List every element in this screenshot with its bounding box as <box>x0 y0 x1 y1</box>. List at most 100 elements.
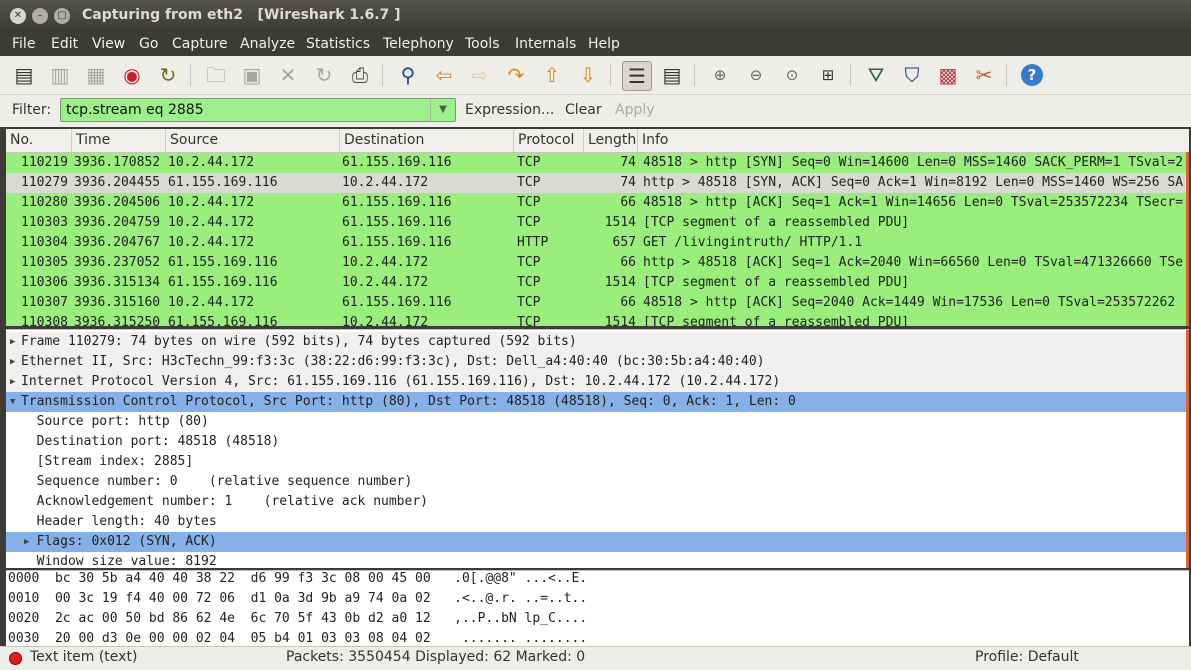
tree-item[interactable]: Source port: http (80) <box>6 412 1189 432</box>
cell-length: 74 <box>620 155 636 170</box>
menu-view[interactable]: View <box>92 34 125 54</box>
hex-row[interactable]: 0020 2c ac 00 50 bd 86 62 4e 6c 70 5f 43… <box>8 609 587 629</box>
menu-file[interactable]: File <box>12 34 35 54</box>
interfaces-icon[interactable]: ▤ <box>10 61 38 89</box>
save-file-icon[interactable]: ▣ <box>238 61 266 89</box>
tree-item[interactable]: Sequence number: 0 (relative sequence nu… <box>6 472 1189 492</box>
status-profile[interactable]: Profile: Default <box>975 649 1079 665</box>
scrollbar[interactable] <box>1186 330 1189 568</box>
table-row[interactable]: 110303 3936.204759 10.2.44.172 61.155.169.1… <box>6 213 1189 233</box>
clear-button[interactable]: Clear <box>565 102 602 118</box>
help-icon[interactable]: ? <box>1018 61 1046 89</box>
auto-scroll-icon[interactable]: ▤ <box>658 61 686 89</box>
expander-closed-icon[interactable]: ▶ <box>10 352 15 372</box>
table-row[interactable]: 110219 3936.170852 10.2.44.172 61.155.169.1… <box>6 153 1189 173</box>
filter-input[interactable]: tcp.stream eq 2885 ▼ <box>60 98 456 122</box>
restart-capture-icon[interactable]: ↻ <box>154 61 182 89</box>
display-filters-icon[interactable]: ⛉ <box>898 61 926 89</box>
zoom-in-icon[interactable]: ⊕ <box>706 61 734 89</box>
table-row[interactable]: 110307 3936.315160 10.2.44.172 61.155.169.1… <box>6 293 1189 313</box>
tree-item[interactable]: Acknowledgement number: 1 (relative ack … <box>6 492 1189 512</box>
status-packet-counts: Packets: 3550454 Displayed: 62 Marked: 0 <box>286 649 586 665</box>
menu-telephony[interactable]: Telephony <box>383 34 454 54</box>
tree-item[interactable]: ▶ Internet Protocol Version 4, Src: 61.15… <box>6 372 1189 392</box>
tree-item[interactable]: [Stream index: 2885] <box>6 452 1189 472</box>
column-header-time[interactable]: Time <box>72 129 166 152</box>
normal-size-icon[interactable]: ⊙ <box>778 61 806 89</box>
preferences-icon[interactable]: ✂ <box>970 61 998 89</box>
apply-button[interactable]: Apply <box>615 102 655 118</box>
tree-item[interactable]: Window size value: 8192 <box>6 552 1189 568</box>
close-window-button[interactable]: ✕ <box>10 8 26 24</box>
go-forward-icon[interactable]: ⇨ <box>466 61 494 89</box>
cell-protocol: TCP <box>517 295 541 310</box>
cell-info: 48518 > http [ACK] Seq=1 Ack=1 Win=14656… <box>643 195 1184 210</box>
resize-columns-icon[interactable]: ⊞ <box>814 61 842 89</box>
expander-closed-icon[interactable]: ▶ <box>10 332 15 352</box>
tree-item-label: Internet Protocol Version 4, Src: 61.155… <box>21 374 781 389</box>
start-capture-icon[interactable]: ▦ <box>82 61 110 89</box>
table-row[interactable]: 110306 3936.315134 61.155.169.116 10.2.44.1… <box>6 273 1189 293</box>
cell-source: 10.2.44.172 <box>168 195 255 210</box>
capture-filters-icon[interactable]: ⛛ <box>862 61 890 89</box>
menu-edit[interactable]: Edit <box>51 34 78 54</box>
column-header-destination[interactable]: Destination <box>340 129 514 152</box>
column-header-no[interactable]: No. <box>6 129 72 152</box>
menu-go[interactable]: Go <box>139 34 158 54</box>
reload-icon[interactable]: ↻ <box>310 61 338 89</box>
close-file-icon[interactable]: ✕ <box>274 61 302 89</box>
expander-closed-icon[interactable]: ▶ <box>10 372 15 392</box>
tree-item-label: Destination port: 48518 (48518) <box>21 434 280 449</box>
table-row[interactable]: 110280 3936.204506 10.2.44.172 61.155.169.1… <box>6 193 1189 213</box>
find-icon[interactable]: ⚲ <box>394 61 422 89</box>
toolbar-separator <box>694 64 695 86</box>
column-header-source[interactable]: Source <box>166 129 340 152</box>
cell-no: 110303 <box>21 215 68 230</box>
scrollbar[interactable] <box>1186 152 1189 326</box>
hex-row[interactable]: 0030 20 00 d3 0e 00 00 02 04 05 b4 01 03… <box>8 629 587 646</box>
go-first-icon[interactable]: ⇧ <box>538 61 566 89</box>
hex-row[interactable]: 0000 bc 30 5b a4 40 40 38 22 d6 99 f3 3c… <box>8 571 587 589</box>
minimize-window-button[interactable]: – <box>32 8 48 24</box>
tree-item[interactable]: Destination port: 48518 (48518) <box>6 432 1189 452</box>
cell-info: [TCP segment of a reassembled PDU] <box>643 275 910 290</box>
colorize-icon[interactable]: ☰ <box>622 61 652 91</box>
chevron-down-icon[interactable]: ▼ <box>430 99 455 121</box>
tree-item[interactable]: ▶ Flags: 0x012 (SYN, ACK) <box>6 532 1189 552</box>
go-to-packet-icon[interactable]: ↷ <box>502 61 530 89</box>
expander-open-icon[interactable]: ▼ <box>10 392 15 412</box>
stop-capture-icon[interactable]: ◉ <box>118 61 146 89</box>
expert-info-icon[interactable] <box>9 652 22 665</box>
maximize-window-button[interactable]: □ <box>54 8 70 24</box>
table-row[interactable]: 110279 3936.204455 61.155.169.116 10.2.44.1… <box>6 173 1189 193</box>
zoom-out-icon[interactable]: ⊖ <box>742 61 770 89</box>
open-file-icon[interactable]: 🗀 <box>202 61 230 89</box>
column-header-protocol[interactable]: Protocol <box>514 129 584 152</box>
go-back-icon[interactable]: ⇦ <box>430 61 458 89</box>
hex-row[interactable]: 0010 00 3c 19 f4 40 00 72 06 d1 0a 3d 9b… <box>8 589 587 609</box>
table-row[interactable]: 110308 3936.315250 61.155.169.116 10.2.44.1… <box>6 313 1189 326</box>
expression-button[interactable]: Expression... <box>465 102 554 118</box>
menu-internals[interactable]: Internals <box>515 34 576 54</box>
menu-statistics[interactable]: Statistics <box>306 34 370 54</box>
tree-item[interactable]: ▼ Transmission Control Protocol, Src Port… <box>6 392 1189 412</box>
menu-analyze[interactable]: Analyze <box>240 34 295 54</box>
menu-help[interactable]: Help <box>588 34 620 54</box>
go-last-icon[interactable]: ⇩ <box>574 61 602 89</box>
table-row[interactable]: 110304 3936.204767 10.2.44.172 61.155.169.1… <box>6 233 1189 253</box>
menu-tools[interactable]: Tools <box>465 34 500 54</box>
tree-item[interactable]: ▶ Ethernet II, Src: H3cTechn_99:f3:3c (38… <box>6 352 1189 372</box>
table-row[interactable]: 110305 3936.237052 61.155.169.116 10.2.44.1… <box>6 253 1189 273</box>
tree-item[interactable]: ▶ Frame 110279: 74 bytes on wire (592 bit… <box>6 332 1189 352</box>
coloring-rules-icon[interactable]: ▩ <box>934 61 962 89</box>
cell-time: 3936.204506 <box>74 195 161 210</box>
capture-options-icon[interactable]: ▥ <box>46 61 74 89</box>
cell-destination: 61.155.169.116 <box>342 295 452 310</box>
menu-capture[interactable]: Capture <box>172 34 228 54</box>
print-icon[interactable]: ⎙ <box>346 61 374 89</box>
cell-info: GET /livingintruth/ HTTP/1.1 <box>643 235 863 250</box>
tree-item-label: Source port: http (80) <box>21 414 209 429</box>
column-header-length[interactable]: Length <box>584 129 638 152</box>
tree-item[interactable]: Header length: 40 bytes <box>6 512 1189 532</box>
column-header-info[interactable]: Info <box>638 129 1189 152</box>
